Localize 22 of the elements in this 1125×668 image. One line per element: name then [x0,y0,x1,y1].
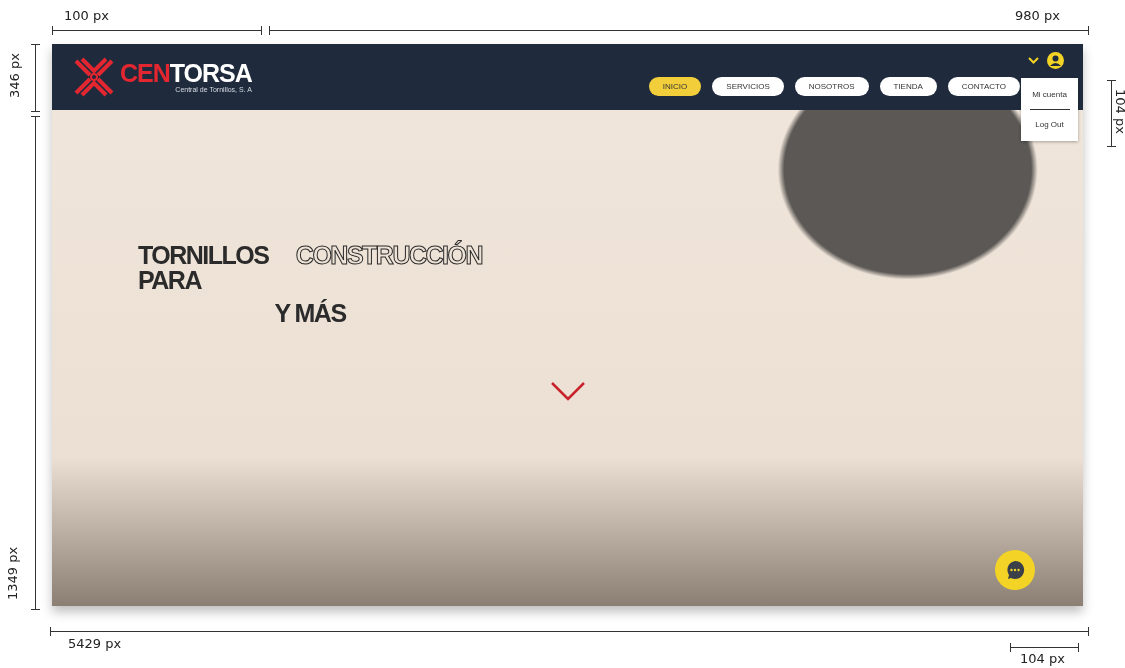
dimension-label: 104 px [1112,89,1125,134]
dimension-label: 980 px [1015,8,1060,23]
dimension-label: 1349 px [5,546,21,601]
menu-item[interactable]: Log Out [1035,116,1064,133]
user-account-icon[interactable] [1047,52,1064,69]
dimension-label: 104 px [1020,651,1065,666]
chat-button[interactable] [995,550,1035,590]
dimension-label: 100 px [64,8,109,23]
headline-text: TORNILLOS PARA [138,243,270,293]
nav-tab[interactable]: INICIO [648,77,702,96]
nav-tab[interactable]: NOSOTROS [794,77,869,96]
headline-text: Y MÁS [274,301,346,326]
logo-icon [72,55,116,99]
nav-tab[interactable]: SERVICIOS [712,77,784,96]
menu-item[interactable]: Mi cuenta [1032,86,1067,103]
dimension-label: 346 px [6,53,22,98]
nav-tab[interactable]: CONTACTO [947,77,1020,96]
nav-tab[interactable]: TIENDA [879,77,937,96]
speech-bubble-icon [1005,560,1025,580]
dimension-label: 5429 px [68,636,122,651]
chevron-down-icon[interactable] [549,381,586,401]
brand-logo-text: CENTORSA [120,61,252,86]
